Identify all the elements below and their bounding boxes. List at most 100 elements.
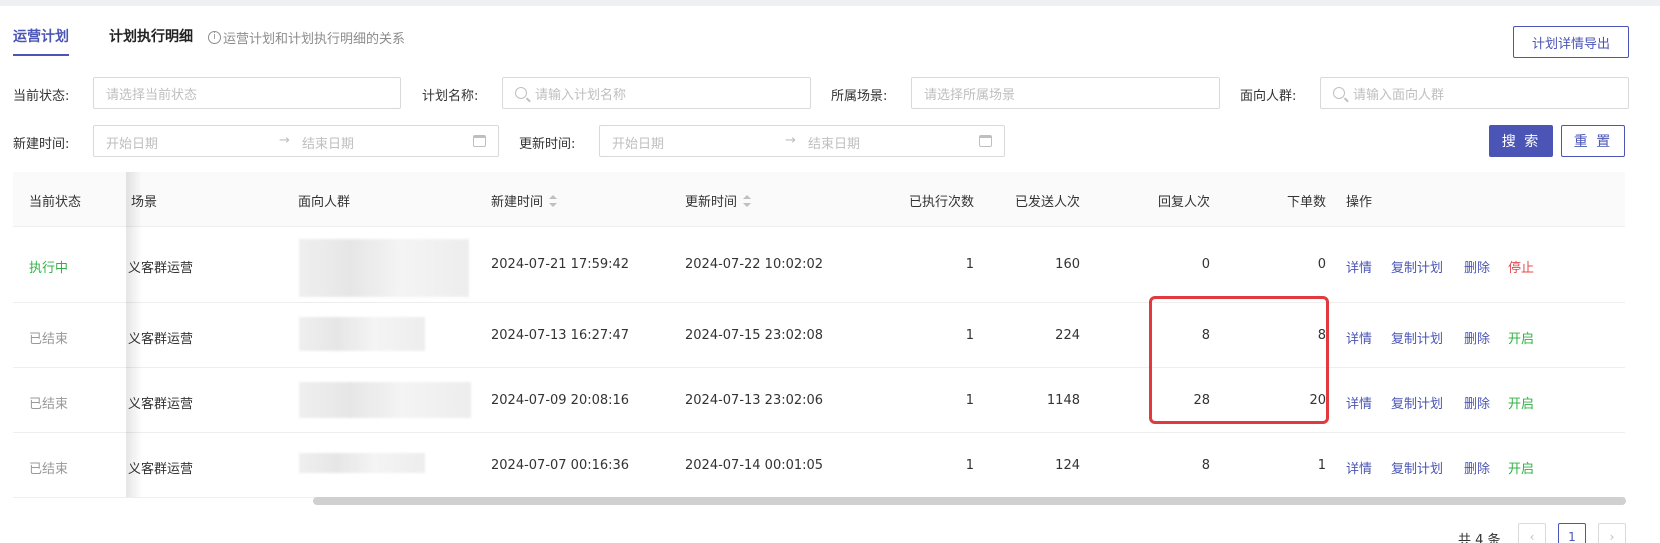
range-arrow-icon: → [785,133,796,148]
pagination-total: 共 4 条 [1458,533,1501,543]
detail-link[interactable]: 详情 [1346,328,1372,347]
audience-filter-label: 面向人群: [1240,89,1297,104]
executed-cell: 1 [965,328,974,343]
table-row: 已结束 义客群运营 2024-07-13 16:27:47 2024-07-15… [13,303,1625,368]
updated-time-cell: 2024-07-15 23:02:08 [685,328,824,343]
detail-link[interactable]: 详情 [1346,257,1372,276]
reply-cell: 0 [1201,257,1210,272]
header-status: 当前状态 [29,195,82,210]
scene-filter-label: 所属场景: [831,89,888,104]
updated-start-date[interactable]: 开始日期 [612,133,664,152]
start-link[interactable]: 开启 [1508,393,1534,412]
table-header: 当前状态 场景 面向人群 新建时间 更新时间 已执行次数 已发送人次 回复人次 … [13,172,1625,227]
header-updated-label: 更新时间 [685,195,738,210]
sort-icon[interactable] [743,195,752,207]
created-end-date[interactable]: 结束日期 [302,133,354,152]
horizontal-scrollbar[interactable] [313,497,1626,505]
top-bar [0,0,1660,6]
search-icon [1333,87,1345,99]
search-icon [515,87,527,99]
chevron-left-icon[interactable]: ‹ [1518,523,1546,543]
header-executed-count: 已执行次数 [908,195,974,210]
copy-plan-link[interactable]: 复制计划 [1391,328,1443,347]
sent-cell: 224 [1055,328,1080,343]
table-row: 已结束 义客群运营 2024-07-07 00:16:36 2024-07-14… [13,433,1625,498]
tab-hint-text: 运营计划和计划执行明细的关系 [223,32,406,47]
status-filter-label: 当前状态: [13,89,70,104]
header-reply-count: 回复人次 [1157,195,1210,210]
detail-link[interactable]: 详情 [1346,393,1372,412]
plan-name-filter-label: 计划名称: [422,89,479,104]
page-number-button[interactable]: 1 [1558,523,1586,543]
plan-name-placeholder: 请输入计划名称 [535,87,627,103]
header-created-label: 新建时间 [491,195,544,210]
status-cell: 已结束 [29,332,69,347]
copy-plan-link[interactable]: 复制计划 [1391,257,1443,276]
reset-button[interactable]: 重 置 [1561,125,1625,157]
status-cell: 已结束 [29,462,69,477]
chevron-right-icon[interactable]: › [1598,523,1626,543]
executed-cell: 1 [965,458,974,473]
updated-time-label: 更新时间: [519,137,576,152]
delete-link[interactable]: 删除 [1464,257,1490,276]
detail-link[interactable]: 详情 [1346,458,1372,477]
delete-link[interactable]: 删除 [1464,328,1490,347]
status-cell: 执行中 [29,261,69,276]
copy-plan-link[interactable]: 复制计划 [1391,458,1443,477]
copy-plan-link[interactable]: 复制计划 [1391,393,1443,412]
start-link[interactable]: 开启 [1508,458,1534,477]
delete-link[interactable]: 删除 [1464,458,1490,477]
plan-name-input[interactable]: 请输入计划名称 [502,77,811,109]
header-created-time[interactable]: 新建时间 [491,191,558,210]
sent-cell: 124 [1055,458,1080,473]
created-date-range[interactable]: 开始日期 → 结束日期 [93,125,499,157]
header-actions: 操作 [1346,195,1373,210]
status-select-placeholder: 请选择当前状态 [106,87,198,103]
info-icon[interactable]: i [208,31,221,44]
start-link[interactable]: 开启 [1508,328,1534,347]
created-start-date[interactable]: 开始日期 [106,133,158,152]
calendar-icon [473,135,486,147]
delete-link[interactable]: 删除 [1464,393,1490,412]
audience-cell-redacted [299,317,425,351]
tab-hint: i 运营计划和计划执行明细的关系 [208,28,405,47]
search-button[interactable]: 搜 索 [1489,125,1553,157]
reply-cell: 8 [1201,458,1210,473]
header-order-count: 下单数 [1286,195,1326,210]
status-select[interactable]: 请选择当前状态 [93,77,401,109]
highlight-annotation-box [1149,296,1329,424]
stop-link[interactable]: 停止 [1508,257,1534,276]
table-row: 执行中 义客群运营 2024-07-21 17:59:42 2024-07-22… [13,227,1625,303]
audience-input[interactable]: 请输入面向人群 [1320,77,1629,109]
sort-icon[interactable] [549,195,558,207]
header-sent-count: 已发送人次 [1014,195,1080,210]
tab-operation-plan[interactable]: 运营计划 [13,26,69,56]
executed-cell: 1 [965,257,974,272]
header-audience: 面向人群 [298,195,351,210]
audience-cell-redacted [299,453,425,473]
tab-plan-execution-detail[interactable]: 计划执行明细 [109,26,193,46]
header-updated-time[interactable]: 更新时间 [685,191,752,210]
table-row: 已结束 义客群运营 2024-07-09 20:08:16 2024-07-13… [13,368,1625,433]
fixed-column-shadow [126,172,142,497]
scene-select[interactable]: 请选择所属场景 [911,77,1220,109]
updated-end-date[interactable]: 结束日期 [808,133,860,152]
audience-cell-redacted [299,382,471,418]
status-cell: 已结束 [29,397,69,412]
audience-cell-redacted [299,239,469,297]
order-cell: 1 [1317,458,1326,473]
created-time-cell: 2024-07-13 16:27:47 [491,328,630,343]
created-time-cell: 2024-07-07 00:16:36 [491,458,630,473]
plan-table: 当前状态 场景 面向人群 新建时间 更新时间 已执行次数 已发送人次 回复人次 … [13,172,1625,506]
export-plan-details-button[interactable]: 计划详情导出 [1513,26,1629,58]
calendar-icon [979,135,992,147]
audience-placeholder: 请输入面向人群 [1353,87,1445,103]
sent-cell: 1148 [1046,393,1080,408]
updated-date-range[interactable]: 开始日期 → 结束日期 [599,125,1005,157]
updated-time-cell: 2024-07-13 23:02:06 [685,393,824,408]
created-time-label: 新建时间: [13,137,70,152]
sent-cell: 160 [1055,257,1080,272]
created-time-cell: 2024-07-09 20:08:16 [491,393,630,408]
updated-time-cell: 2024-07-22 10:02:02 [685,257,824,272]
executed-cell: 1 [965,393,974,408]
